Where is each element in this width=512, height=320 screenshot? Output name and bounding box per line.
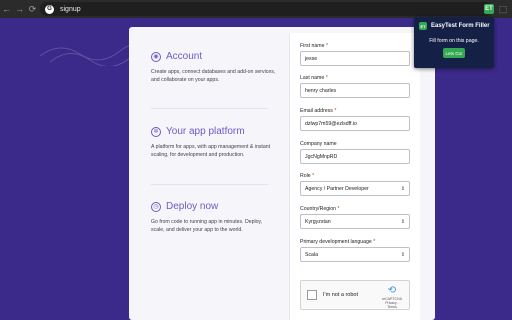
feature-title: Account (166, 51, 203, 62)
language-label: Primary development language * (300, 239, 376, 245)
easytest-logo-icon: ET (419, 22, 427, 30)
email-label: Email address * (300, 108, 337, 114)
clock-icon: ◷ (151, 201, 161, 212)
feature-deploy: ◷ Deploy now Go from code to running app… (151, 201, 271, 234)
extension-icon[interactable]: ET (484, 4, 494, 14)
recaptcha-logo: ⟲ reCAPTCHA Privacy - Terms (380, 285, 404, 309)
last-name-field: Last name * henry charles (300, 75, 410, 98)
last-name-label: Last name * (300, 75, 328, 81)
country-field: Country/Region * Kyrgyzstan ⇕ (300, 206, 410, 229)
extensions-puzzle-icon[interactable]: ⬚ (498, 3, 508, 15)
feature-description: Create apps, connect databases and add-o… (151, 69, 276, 83)
recaptcha-icon: ⟲ (387, 285, 397, 296)
language-select[interactable]: Scala ⇕ (300, 247, 410, 262)
first-name-input[interactable]: jesse (300, 51, 410, 66)
recaptcha-widget: I'm not a robot ⟲ reCAPTCHA Privacy - Te… (300, 280, 410, 310)
address-bar[interactable]: G signup (40, 2, 492, 16)
chevron-updown-icon: ⇕ (400, 251, 405, 258)
feature-divider (151, 108, 268, 109)
chevron-updown-icon: ⇕ (400, 185, 405, 192)
google-icon: G (45, 4, 54, 14)
popup-title: EasyTest Form Filler (431, 23, 490, 29)
last-name-input[interactable]: henry charles (300, 83, 410, 98)
recaptcha-label: I'm not a robot (323, 292, 358, 298)
email-input[interactable]: dzlwp7m59@ezlsdff.io (300, 116, 410, 131)
chevron-updown-icon: ⇕ (400, 218, 405, 225)
feature-account: ◉ Account Create apps, connect databases… (151, 51, 275, 84)
country-select[interactable]: Kyrgyzstan ⇕ (300, 214, 410, 229)
back-icon[interactable]: ← (0, 0, 13, 18)
recaptcha-checkbox[interactable] (307, 290, 317, 300)
role-label: Role * (300, 173, 315, 179)
first-name-field: First name * jesse (300, 43, 410, 66)
feature-divider (151, 184, 268, 185)
company-field: Company name JgcNgMnpRD (300, 141, 410, 164)
gear-icon: ✲ (151, 126, 161, 137)
recaptcha-terms[interactable]: Privacy - Terms (380, 301, 404, 309)
browser-toolbar: ← → ⟳ G signup ET ⬚ (0, 0, 512, 18)
email-field: Email address * dzlwp7m59@ezlsdff.io (300, 108, 410, 131)
reload-icon[interactable]: ⟳ (26, 0, 39, 18)
extension-popup: ET EasyTest Form Filler Fill form on thi… (414, 17, 494, 68)
url-text[interactable]: signup (60, 6, 81, 13)
first-name-label: First name * (300, 43, 328, 49)
person-icon: ◉ (151, 51, 161, 62)
company-label: Company name (300, 141, 337, 147)
feature-platform: ✲ Your app platform A platform for apps,… (151, 126, 271, 159)
country-label: Country/Region * (300, 206, 340, 212)
role-field: Role * Agency / Partner Developer ⇕ (300, 173, 410, 196)
feature-description: Go from code to running app in minutes. … (151, 219, 263, 233)
lets-go-button[interactable]: Lets Go! (443, 48, 465, 58)
language-field: Primary development language * Scala ⇕ (300, 239, 410, 262)
forward-icon[interactable]: → (13, 0, 26, 18)
company-input[interactable]: JgcNgMnpRD (300, 149, 410, 164)
feature-description: A platform for apps, with app management… (151, 144, 271, 158)
role-select[interactable]: Agency / Partner Developer ⇕ (300, 181, 410, 196)
feature-title: Deploy now (166, 201, 219, 212)
feature-title: Your app platform (166, 126, 245, 137)
popup-message: Fill form on this page. (429, 38, 479, 44)
